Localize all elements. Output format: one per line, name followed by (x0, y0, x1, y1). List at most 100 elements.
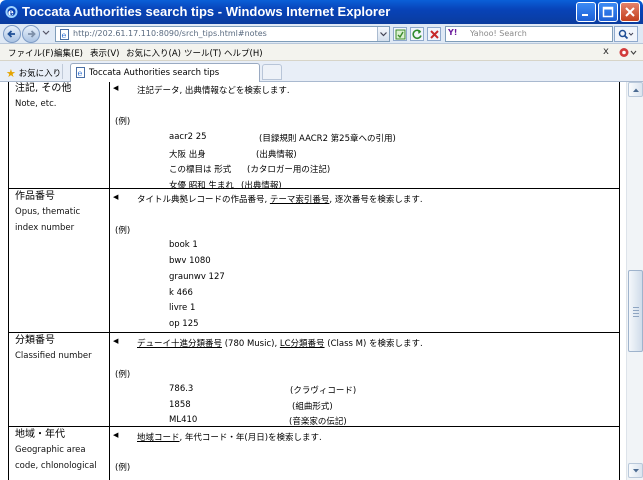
scroll-down-button[interactable] (628, 463, 643, 478)
example-code: ML410 (169, 415, 198, 425)
desc-text: , 逐次番号を検索します. (329, 195, 423, 205)
stop-icon (430, 30, 439, 39)
compatibility-icon (395, 29, 406, 40)
favorites-label: お気に入り (18, 69, 62, 79)
menu-view[interactable]: 表示(V) (90, 47, 119, 59)
back-arrow-icon (7, 30, 15, 38)
field-label-en: Note, etc. (15, 99, 57, 109)
example-heading: (例) (115, 117, 131, 127)
example-code: graunwv 127 (169, 272, 225, 282)
page-icon: e (76, 67, 85, 78)
ie-logo-icon: e (5, 6, 18, 19)
page-content: 注記, その他 Note, etc. ◀ 注記データ, 出典情報などを検索します… (0, 82, 626, 480)
close-button[interactable] (620, 2, 640, 22)
refresh-button[interactable] (410, 27, 424, 41)
desc-text: タイトル典拠レコードの作品番号, (137, 195, 270, 205)
field-description: 注記データ, 出典情報などを検索します. (137, 86, 290, 96)
toolbar-close-x[interactable]: x (603, 46, 609, 57)
example-heading: (例) (115, 370, 131, 380)
field-label-en: Opus, thematic (15, 207, 81, 217)
example-code: 786.3 (169, 384, 194, 394)
field-label: 地域・年代 Geographic area code, chlonologica… (15, 428, 111, 474)
close-icon (625, 7, 635, 17)
maximize-icon (602, 6, 614, 18)
minimize-icon (582, 14, 588, 16)
menu-edit[interactable]: 編集(E) (54, 47, 83, 59)
svg-text:e: e (8, 9, 14, 19)
bullet-icon: ◀ (113, 84, 119, 92)
field-label-en: index number (15, 223, 75, 233)
chevron-down-icon (380, 32, 387, 37)
menu-tools[interactable]: ツール(T) (184, 47, 221, 59)
search-button[interactable] (614, 26, 638, 42)
example-code: op 125 (169, 319, 199, 329)
field-description: デューイ十進分類番号 (780 Music), LC分類番号 (Class M)… (137, 337, 423, 349)
star-icon: ★ (6, 67, 16, 80)
tools-gear-icon[interactable] (618, 46, 638, 59)
menu-favorites[interactable]: お気に入り(A) (126, 47, 181, 59)
dewey-link[interactable]: デューイ十進分類番号 (137, 339, 222, 349)
forward-arrow-icon (28, 30, 36, 38)
menu-help[interactable]: ヘルプ(H) (224, 47, 263, 59)
example-note: (音楽家の伝記) (289, 417, 347, 427)
maximize-button[interactable] (598, 2, 618, 22)
address-url: http://202.61.17.110:8090/srch_tips.html… (73, 29, 267, 38)
field-label-en: Geographic area (15, 445, 86, 455)
bullet-icon: ◀ (113, 193, 119, 201)
address-field[interactable]: e http://202.61.17.110:8090/srch_tips.ht… (55, 26, 390, 42)
svg-text:e: e (78, 69, 83, 78)
desc-text: , 年代コード・年(月日)を検索します. (179, 433, 322, 443)
field-description: 地域コード, 年代コード・年(月日)を検索します. (137, 431, 322, 443)
example-code: この標目は 形式 (169, 165, 232, 175)
desc-text: (Class M) (324, 339, 367, 349)
vertical-scrollbar[interactable] (626, 82, 643, 480)
table-row: 注記, その他 Note, etc. ◀ 注記データ, 出典情報などを検索します… (9, 82, 619, 191)
field-label-jp: 作品番号 (15, 191, 55, 202)
menu-bar: ファイル(F) 編集(E) 表示(V) お気に入り(A) ツール(T) ヘルプ(… (0, 44, 643, 61)
table-border-right (619, 82, 620, 480)
example-heading: (例) (115, 463, 131, 473)
field-label: 作品番号 Opus, thematic index number (15, 190, 111, 236)
new-tab-button[interactable] (262, 64, 282, 80)
menu-file[interactable]: ファイル(F) (8, 47, 54, 59)
back-button[interactable] (3, 25, 21, 43)
forward-button[interactable] (22, 25, 40, 43)
tab-active[interactable]: e Toccata Authorities search tips (70, 63, 260, 82)
stop-button[interactable] (427, 27, 441, 41)
thematic-index-link[interactable]: テーマ索引番号 (270, 195, 330, 205)
svg-text:e: e (62, 31, 67, 40)
field-label: 注記, その他 Note, etc. (15, 82, 111, 112)
chevron-down-icon (633, 469, 639, 473)
address-dropdown-button[interactable] (377, 27, 389, 41)
example-code: bwv 1080 (169, 256, 211, 266)
scroll-thumb[interactable] (628, 270, 643, 352)
example-code: 1858 (169, 400, 191, 410)
table-row: 作品番号 Opus, thematic index number ◀ タイトル典… (9, 190, 619, 332)
field-label: 分類番号 Classified number (15, 334, 111, 364)
example-code: book 1 (169, 240, 198, 250)
favorites-button[interactable]: ★ お気に入り (6, 66, 62, 80)
bullet-icon: ◀ (113, 337, 119, 345)
minimize-button[interactable] (576, 2, 596, 22)
row-divider (8, 188, 620, 189)
bullet-icon: ◀ (113, 431, 119, 439)
desc-text: を検索します. (366, 339, 423, 349)
field-label-en: Classified number (15, 351, 92, 361)
example-heading: (例) (115, 226, 131, 236)
lc-class-link[interactable]: LC分類番号 (280, 339, 325, 349)
history-dropdown-icon[interactable] (42, 30, 50, 36)
chevron-up-icon (633, 88, 639, 92)
area-code-link[interactable]: 地域コード (137, 433, 180, 443)
search-icon (618, 29, 634, 40)
desc-text: (780 Music), (222, 339, 280, 349)
scroll-up-button[interactable] (628, 82, 643, 97)
tab-bar: ★ お気に入り e Toccata Authorities search tip… (0, 61, 643, 82)
tab-separator (62, 64, 63, 79)
field-description: タイトル典拠レコードの作品番号, テーマ索引番号, 逐次番号を検索します. (137, 193, 423, 205)
compatibility-button[interactable] (393, 27, 407, 41)
example-code: livre 1 (169, 303, 196, 313)
example-code: 大阪 出身 (169, 150, 206, 160)
search-field[interactable]: Y! Yahoo! Search (445, 26, 613, 42)
example-code: k 466 (169, 288, 193, 298)
example-code: aacr2 25 (169, 132, 207, 142)
